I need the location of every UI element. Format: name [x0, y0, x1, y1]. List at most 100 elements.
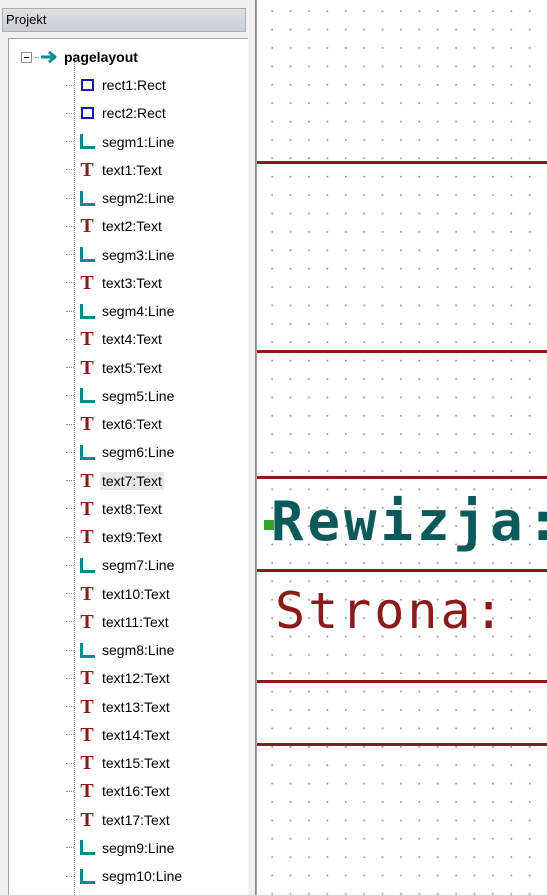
- tree-connector: [66, 564, 74, 566]
- tree-item[interactable]: segm5:Line: [66, 383, 176, 409]
- text-icon: T: [80, 667, 94, 690]
- text-icon: T: [80, 610, 94, 633]
- text-icon: T: [80, 808, 94, 831]
- line-icon: [78, 867, 96, 885]
- tree-item[interactable]: Ttext7:Text: [66, 468, 164, 494]
- tree-item[interactable]: Ttext13:Text: [66, 694, 172, 720]
- tree-connector: [66, 790, 74, 792]
- layout-line-5[interactable]: [257, 680, 547, 683]
- tree-item-label: text7:Text: [100, 471, 164, 490]
- tree-item-label: text16:Text: [102, 783, 170, 800]
- tree-connector: [66, 367, 74, 368]
- tree-item-label: text13:Text: [102, 698, 170, 715]
- layout-line-1[interactable]: [257, 161, 547, 164]
- layout-line-2[interactable]: [257, 350, 547, 353]
- tree-connector: [66, 508, 74, 510]
- tree-connector: [35, 56, 39, 58]
- tree-item[interactable]: Ttext9:Text: [66, 524, 164, 550]
- tree-item[interactable]: segm4:Line: [66, 298, 176, 324]
- tree-item[interactable]: segm3:Line: [66, 242, 176, 268]
- tree-item[interactable]: Ttext1:Text: [66, 157, 164, 183]
- project-tree[interactable]: pagelayout rect1:Rect rect2:Rect segm1:Lin…: [8, 38, 248, 895]
- tree-root-label: pagelayout: [64, 49, 138, 65]
- text-icon: T: [80, 526, 94, 548]
- tree-item-label: text6:Text: [102, 416, 162, 432]
- tree-item[interactable]: segm9:Line: [66, 835, 176, 861]
- tree-item[interactable]: Ttext5:Text: [66, 355, 164, 381]
- canvas-text-strona[interactable]: Strona:: [275, 583, 507, 639]
- tree-connector: [66, 762, 74, 764]
- tree-root-node[interactable]: pagelayout: [21, 44, 138, 70]
- tree-item[interactable]: segm10:Line: [66, 863, 184, 889]
- tree-connector: [66, 141, 74, 142]
- tree-connector: [66, 847, 74, 849]
- line-icon: [78, 189, 96, 207]
- layout-line-6[interactable]: [257, 743, 547, 746]
- tree-item-label: text2:Text: [102, 218, 162, 235]
- tree-item-label: text3:Text: [102, 274, 162, 291]
- tree-item[interactable]: Ttext8:Text: [66, 496, 164, 522]
- line-icon: [78, 556, 96, 574]
- tree-connector: [66, 536, 74, 538]
- line-icon: [78, 839, 96, 857]
- tree-connector: [66, 734, 74, 736]
- tree-item[interactable]: segm8:Line: [66, 637, 176, 663]
- drawing-canvas[interactable]: Rewizja: Strona:: [256, 0, 547, 895]
- tree-connector: [66, 706, 74, 707]
- tree-item[interactable]: Ttext14:Text: [66, 722, 172, 748]
- tree-connector: [66, 254, 74, 255]
- tree-item[interactable]: Ttext3:Text: [66, 270, 164, 296]
- tree-item[interactable]: segm7:Line: [66, 552, 176, 578]
- tree-item[interactable]: segm6:Line: [66, 439, 176, 465]
- tree-connector: [66, 593, 74, 594]
- tree-connector: [66, 84, 74, 86]
- tree-item[interactable]: rect2:Rect: [66, 100, 168, 126]
- tree-item-label: segm2:Line: [102, 190, 175, 206]
- tree-item-label: segm4:Line: [102, 303, 175, 319]
- layout-line-3[interactable]: [257, 476, 547, 479]
- canvas-text-rewizja[interactable]: Rewizja:: [271, 492, 547, 552]
- tree-connector: [66, 621, 74, 623]
- tree-connector: [66, 451, 74, 453]
- tree-item[interactable]: Ttext15:Text: [66, 750, 172, 776]
- tree-item[interactable]: segm2:Line: [66, 185, 176, 211]
- text-icon: T: [80, 271, 94, 294]
- tree-item[interactable]: Ttext4:Text: [66, 326, 164, 352]
- tree-connector: [66, 395, 74, 397]
- tree-item-label: text8:Text: [102, 500, 162, 517]
- tree-item-label: segm7:Line: [102, 557, 175, 574]
- project-panel: Projekt pagelayout rect1:Rect rect2:Rect s…: [0, 0, 256, 895]
- tree-item-label: segm5:Line: [102, 387, 175, 404]
- text-icon: T: [80, 413, 94, 435]
- tree-connector: [66, 423, 74, 425]
- panel-title: Projekt: [2, 8, 246, 32]
- tree-item[interactable]: Ttext12:Text: [66, 665, 172, 691]
- tree-item-label: text11:Text: [102, 613, 169, 630]
- tree-item[interactable]: Ttext10:Text: [66, 581, 172, 607]
- tree-item[interactable]: Ttext6:Text: [66, 411, 164, 437]
- text-icon: T: [80, 158, 94, 181]
- tree-item[interactable]: Ttext16:Text: [66, 778, 172, 804]
- tree-item[interactable]: segm1:Line: [66, 129, 176, 155]
- tree-item[interactable]: Ttext17:Text: [66, 807, 172, 833]
- text-icon: T: [80, 356, 94, 379]
- text-icon: T: [80, 723, 94, 746]
- panel-splitter[interactable]: [248, 0, 256, 895]
- tree-item[interactable]: Ttext2:Text: [66, 213, 164, 239]
- tree-item[interactable]: rect1:Rect: [66, 72, 168, 98]
- text-icon: T: [80, 328, 94, 351]
- tree-item[interactable]: Ttext11:Text: [66, 609, 171, 635]
- arrow-right-icon: [41, 50, 57, 64]
- text-icon: T: [80, 497, 94, 520]
- tree-item-label: text17:Text: [102, 811, 170, 828]
- line-icon: [78, 133, 96, 151]
- text-icon: T: [80, 695, 94, 718]
- collapse-icon[interactable]: [21, 51, 32, 63]
- layout-line-4[interactable]: [257, 569, 547, 572]
- line-icon: [78, 641, 96, 659]
- tree-item-label: text15:Text: [102, 755, 170, 771]
- tree-item-label: segm3:Line: [102, 246, 175, 263]
- tree-item-label: text10:Text: [102, 585, 170, 602]
- tree-connector: [66, 169, 74, 171]
- tree-item-label: segm10:Line: [102, 868, 183, 884]
